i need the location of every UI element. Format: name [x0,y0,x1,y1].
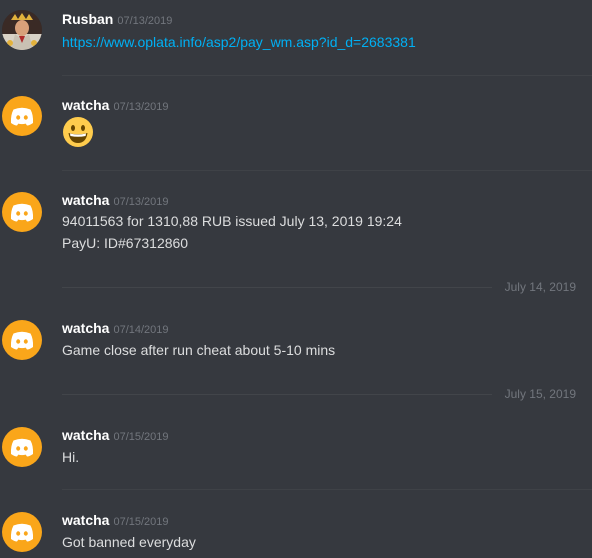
message-line: 94011563 for 1310,88 RUB issued July 13,… [62,213,402,229]
discord-logo-icon [10,523,34,542]
avatar[interactable] [2,192,42,232]
username[interactable]: watcha 07/13/2019 [62,97,169,113]
message-timestamp: 07/15/2019 [113,431,169,443]
avatar[interactable] [2,512,42,552]
username-text[interactable]: watcha [62,427,109,443]
username[interactable]: watcha 07/15/2019 [62,512,169,528]
message-separator [62,170,592,171]
discord-logo-icon [10,203,34,222]
message-link[interactable]: https://www.oplata.info/asp2/pay_wm.asp?… [62,34,416,50]
message-timestamp: 07/13/2019 [113,196,169,208]
message-line: PayU: ID#67312860 [62,235,189,251]
message-timestamp: 07/15/2019 [113,516,169,528]
grinning-face-emoji-icon[interactable] [62,116,94,148]
message-timestamp: 07/13/2019 [117,15,173,27]
message-line: Got banned everyday [62,534,196,550]
avatar[interactable] [2,427,42,467]
discord-logo-icon [10,331,34,350]
message-timestamp: 07/13/2019 [113,101,169,113]
username-text[interactable]: watcha [62,320,109,336]
message-line: Hi. [62,449,80,465]
username[interactable]: watcha 07/15/2019 [62,427,169,443]
date-divider: July 15, 2019 [0,387,592,401]
username[interactable]: watcha 07/13/2019 [62,192,169,208]
avatar[interactable] [2,320,42,360]
discord-logo-icon [10,438,34,457]
divider-date: July 15, 2019 [504,387,576,401]
chat-log: Rusban 07/13/2019 https://www.oplata.info… [0,0,592,558]
username-text[interactable]: watcha [62,512,109,528]
message-timestamp: 07/14/2019 [113,324,169,336]
message-content: https://www.oplata.info/asp2/pay_wm.asp?… [62,34,416,50]
username[interactable]: watcha 07/14/2019 [62,320,169,336]
username-text[interactable]: watcha [62,192,109,208]
divider-line [62,394,492,395]
username-text[interactable]: Rusban [62,11,113,27]
user-photo-icon [2,10,42,50]
avatar[interactable] [2,96,42,136]
message-separator [62,489,592,490]
message-separator [62,75,592,76]
message-line: Game close after run cheat about 5-10 mi… [62,342,336,358]
discord-logo-icon [10,107,34,126]
divider-line [62,287,492,288]
avatar[interactable] [2,10,42,50]
date-divider: July 14, 2019 [0,280,592,294]
username[interactable]: Rusban 07/13/2019 [62,11,172,27]
divider-date: July 14, 2019 [504,280,576,294]
username-text[interactable]: watcha [62,97,109,113]
